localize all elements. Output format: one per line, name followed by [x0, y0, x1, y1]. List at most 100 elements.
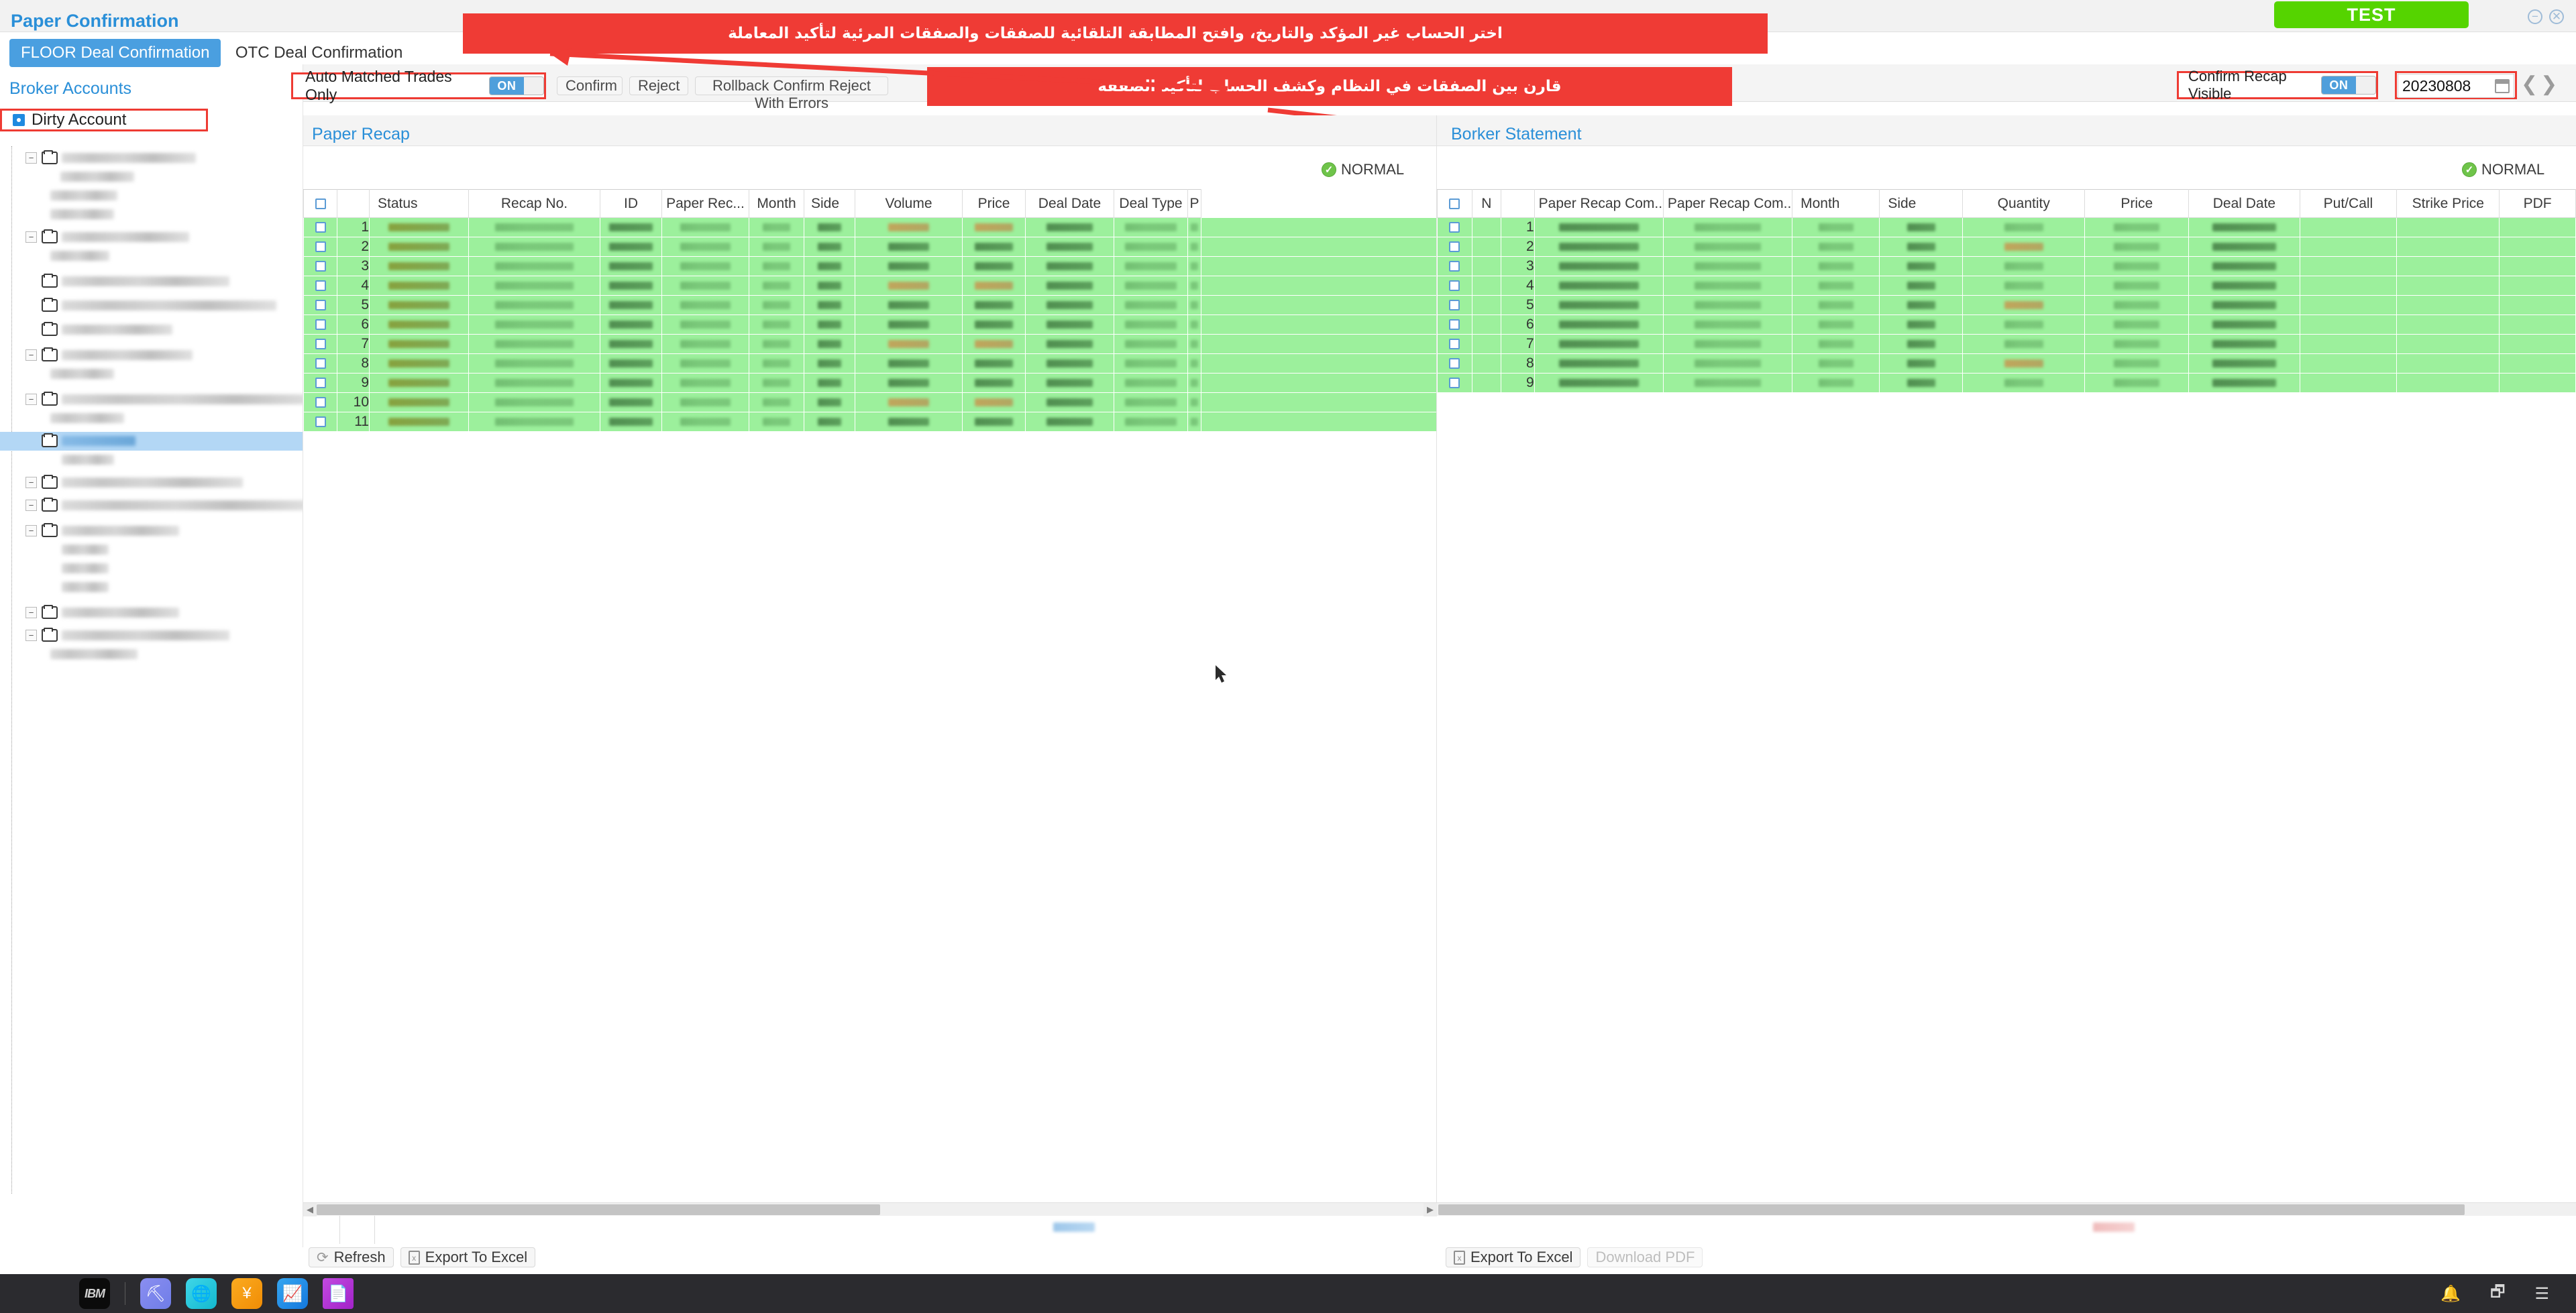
row-checkbox[interactable]	[315, 338, 326, 349]
tree-expand-toggle[interactable]: −	[25, 500, 37, 511]
yen-app-icon[interactable]: ¥	[231, 1278, 262, 1309]
row-checkbox[interactable]	[1449, 338, 1460, 349]
tree-item-selected[interactable]	[0, 432, 303, 451]
confirm-recap-visible-toggle[interactable]: ON	[2321, 76, 2376, 95]
row-select-cell[interactable]	[1437, 237, 1472, 257]
row-checkbox[interactable]	[315, 416, 326, 427]
export-to-excel-button[interactable]: x Export To Excel	[1446, 1247, 1581, 1267]
row-select-cell[interactable]	[1437, 353, 1472, 374]
window-icon[interactable]: 🗗	[2490, 1280, 2506, 1308]
tree-expand-toggle[interactable]: −	[25, 349, 37, 361]
document-app-icon[interactable]: 📄	[323, 1278, 354, 1309]
row-checkbox[interactable]	[315, 280, 326, 291]
broker-statement-grid[interactable]: N Paper Recap Com... Paper Recap Com... …	[1437, 189, 2576, 393]
row-checkbox[interactable]	[1449, 319, 1460, 330]
export-to-excel-button[interactable]: x Export To Excel	[400, 1247, 536, 1267]
scroll-thumb[interactable]	[1438, 1204, 2465, 1215]
tree-expand-toggle[interactable]: −	[25, 477, 37, 488]
oil-rig-app-icon[interactable]: ⛏	[140, 1278, 171, 1309]
tree-item[interactable]: −	[0, 473, 303, 492]
scroll-right-icon[interactable]: ▶	[1424, 1203, 1437, 1216]
row-select-cell[interactable]	[303, 334, 337, 354]
tree-expand-toggle[interactable]: −	[25, 630, 37, 641]
refresh-button[interactable]: ⟳ Refresh	[309, 1247, 394, 1267]
row-select-cell[interactable]	[1437, 276, 1472, 296]
tree-item[interactable]	[0, 578, 303, 597]
tree-expand-toggle[interactable]: −	[25, 152, 37, 164]
dirty-account-checkbox[interactable]	[13, 114, 25, 126]
tree-item[interactable]: −	[0, 346, 303, 365]
row-select-cell[interactable]	[1437, 373, 1472, 393]
row-select-cell[interactable]	[303, 256, 337, 276]
tree-item[interactable]: −	[0, 522, 303, 540]
column-header-put-call[interactable]: Put/Call	[2299, 189, 2398, 218]
date-input[interactable]: 20230808	[2402, 77, 2471, 95]
confirm-button[interactable]: Confirm	[557, 76, 623, 95]
left-panel-title[interactable]: Paper Recap	[312, 125, 410, 144]
tree-item[interactable]: −	[0, 228, 303, 247]
date-next-icon[interactable]: ❯	[2540, 73, 2560, 95]
scroll-left-icon[interactable]: ◀	[303, 1203, 317, 1216]
tree-item[interactable]	[0, 168, 303, 186]
table-row[interactable]: 2	[1437, 237, 2576, 257]
table-row[interactable]: 1	[1437, 217, 2576, 237]
tree-item[interactable]	[0, 321, 303, 339]
minimize-button[interactable]: −	[2528, 9, 2542, 24]
table-row[interactable]: 5	[1437, 295, 2576, 315]
row-checkbox[interactable]	[1449, 241, 1460, 252]
tree-item[interactable]	[0, 247, 303, 266]
tree-item[interactable]: −	[0, 390, 303, 409]
column-header-paper-rec[interactable]: Paper Rec...	[661, 189, 749, 218]
column-header-deal-date[interactable]: Deal Date	[2188, 189, 2300, 218]
column-header-id[interactable]: ID	[600, 189, 662, 218]
row-checkbox[interactable]	[315, 377, 326, 388]
table-row[interactable]: 6	[303, 315, 1437, 335]
ibm-logo-icon[interactable]: IBM	[79, 1278, 110, 1309]
tree-item[interactable]	[0, 559, 303, 578]
tree-item[interactable]	[0, 451, 303, 469]
row-select-cell[interactable]	[303, 237, 337, 257]
table-row[interactable]: 10	[303, 392, 1437, 412]
column-header-status[interactable]: Status	[369, 189, 469, 218]
right-grid-hscrollbar[interactable]	[1437, 1202, 2576, 1216]
scroll-thumb[interactable]	[317, 1204, 880, 1215]
row-checkbox[interactable]	[1449, 357, 1460, 369]
column-header-price[interactable]: Price	[962, 189, 1026, 218]
column-header-side[interactable]: Side	[804, 189, 855, 218]
column-header-month[interactable]: Month	[749, 189, 804, 218]
select-all-header[interactable]	[1437, 189, 1472, 218]
table-row[interactable]: 1	[303, 217, 1437, 237]
table-row[interactable]: 8	[1437, 353, 2576, 374]
table-row[interactable]: 3	[1437, 256, 2576, 276]
row-select-cell[interactable]	[303, 315, 337, 335]
close-button[interactable]: ✕	[2549, 9, 2564, 24]
row-select-cell[interactable]	[1437, 315, 1472, 335]
table-row[interactable]: 9	[303, 373, 1437, 393]
rollback-confirm-reject-button[interactable]: Rollback Confirm Reject With Errors	[695, 76, 888, 111]
column-header-n[interactable]: N	[1471, 189, 1502, 218]
row-select-cell[interactable]	[303, 276, 337, 296]
row-checkbox[interactable]	[315, 396, 326, 408]
tree-expand-toggle[interactable]: −	[25, 525, 37, 536]
column-header-quantity[interactable]: Quantity	[1962, 189, 2086, 218]
row-checkbox[interactable]	[1449, 299, 1460, 310]
select-all-header[interactable]	[303, 189, 337, 218]
tree-item[interactable]: −	[0, 604, 303, 622]
tree-expand-toggle[interactable]: −	[25, 607, 37, 618]
chart-app-icon[interactable]: 📈	[277, 1278, 308, 1309]
tree-item[interactable]	[0, 540, 303, 559]
date-nav[interactable]: ❮❯	[2521, 72, 2560, 96]
row-select-cell[interactable]	[303, 412, 337, 432]
column-header-deal-date[interactable]: Deal Date	[1025, 189, 1114, 218]
column-header-side[interactable]: Side	[1879, 189, 1964, 218]
tree-expand-toggle[interactable]: −	[25, 231, 37, 243]
tree-item[interactable]	[0, 186, 303, 205]
row-checkbox[interactable]	[1449, 221, 1460, 233]
row-select-cell[interactable]	[1437, 334, 1472, 354]
row-checkbox[interactable]	[315, 260, 326, 272]
tree-item[interactable]	[0, 296, 303, 315]
table-row[interactable]: 5	[303, 295, 1437, 315]
row-checkbox[interactable]	[315, 319, 326, 330]
table-row[interactable]: 6	[1437, 315, 2576, 335]
paper-recap-grid[interactable]: Status Recap No. ID Paper Rec... Month S…	[303, 189, 1437, 432]
